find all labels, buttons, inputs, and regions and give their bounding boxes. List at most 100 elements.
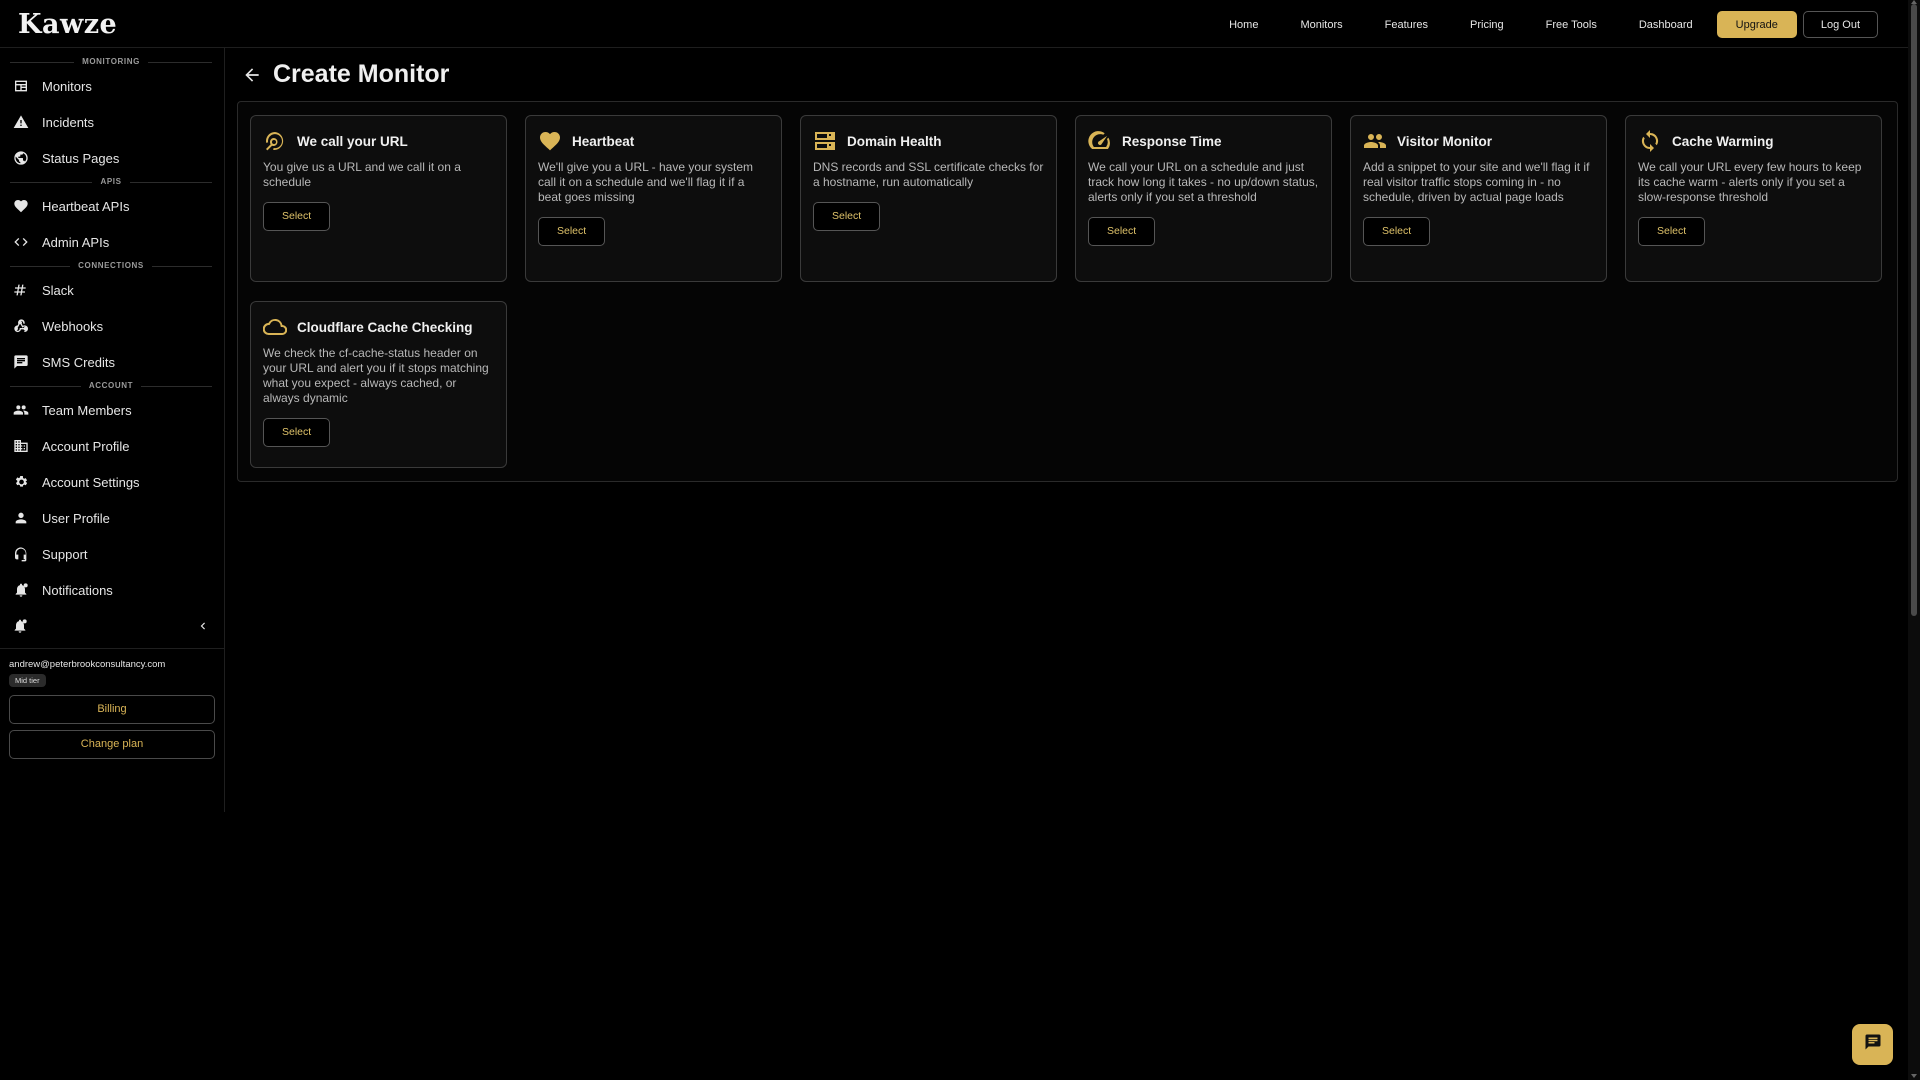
section-header-monitoring: MONITORING bbox=[10, 56, 212, 68]
sidebar-item-status-pages[interactable]: Status Pages bbox=[0, 140, 224, 176]
page-title: Create Monitor bbox=[273, 60, 450, 88]
section-header-connections: CONNECTIONS bbox=[10, 260, 212, 272]
change-plan-button[interactable]: Change plan bbox=[9, 730, 215, 759]
support-icon bbox=[12, 545, 30, 563]
monitor-card-url[interactable]: We call your URL You give us a URL and w… bbox=[250, 115, 507, 282]
select-button[interactable]: Select bbox=[813, 202, 881, 231]
sidebar-item-slack[interactable]: Slack bbox=[0, 272, 224, 308]
nav-link-pricing[interactable]: Pricing bbox=[1470, 19, 1504, 31]
card-description: We call your URL every few hours to keep… bbox=[1638, 160, 1862, 204]
scrollbar-thumb[interactable] bbox=[1911, 4, 1917, 616]
sidebar-item-incidents[interactable]: Incidents bbox=[0, 104, 224, 140]
globe-icon bbox=[12, 149, 30, 167]
app-logo[interactable]: Kawze bbox=[18, 9, 117, 40]
card-description: You give us a URL and we call it on a sc… bbox=[263, 160, 461, 189]
select-button[interactable]: Select bbox=[1363, 217, 1431, 246]
sidebar-item-label: Webhooks bbox=[42, 318, 104, 334]
upgrade-button[interactable]: Upgrade bbox=[1716, 11, 1797, 38]
notification-bell-icon bbox=[12, 581, 30, 599]
monitor-card-domain-health[interactable]: Domain Health DNS records and SSL certif… bbox=[800, 115, 1057, 282]
nav-link-dashboard[interactable]: Dashboard bbox=[1639, 19, 1693, 31]
sidebar-item-notifications[interactable]: Notifications bbox=[0, 572, 224, 608]
page-scrollbar[interactable] bbox=[1908, 0, 1920, 1080]
url-search-icon bbox=[263, 130, 289, 152]
sidebar-item-label: Team Members bbox=[42, 402, 132, 418]
sidebar-item-label: Support bbox=[42, 546, 88, 562]
back-arrow-icon[interactable] bbox=[242, 65, 262, 85]
sidebar-item-admin-apis[interactable]: Admin APIs bbox=[0, 224, 224, 260]
card-description: We call your URL on a schedule and just … bbox=[1088, 160, 1319, 204]
collapse-sidebar-icon[interactable] bbox=[196, 619, 210, 638]
account-summary: andrew@peterbrookconsultancy.com Mid tie… bbox=[0, 648, 224, 759]
monitor-card-visitor-monitor[interactable]: Visitor Monitor Add a snippet to your si… bbox=[1350, 115, 1607, 282]
card-title: Domain Health bbox=[847, 133, 942, 149]
select-button[interactable]: Select bbox=[263, 418, 331, 447]
sidebar-item-label: User Profile bbox=[42, 510, 110, 526]
heart-icon bbox=[12, 197, 30, 215]
sidebar-item-webhooks[interactable]: Webhooks bbox=[0, 308, 224, 344]
sidebar-item-account-profile[interactable]: Account Profile bbox=[0, 428, 224, 464]
sidebar-item-label: Heartbeat APIs bbox=[42, 198, 130, 214]
code-icon bbox=[12, 233, 30, 251]
warning-icon bbox=[12, 113, 30, 131]
monitors-icon bbox=[12, 77, 30, 95]
sidebar-item-label: Account Settings bbox=[42, 474, 140, 490]
select-button[interactable]: Select bbox=[1638, 217, 1706, 246]
tier-badge: Mid tier bbox=[9, 674, 46, 687]
account-email: andrew@peterbrookconsultancy.com bbox=[9, 659, 166, 670]
sidebar-item-label: Notifications bbox=[42, 582, 113, 598]
sidebar-item-sms-credits[interactable]: SMS Credits bbox=[0, 344, 224, 380]
chat-icon bbox=[12, 353, 30, 371]
logout-button[interactable]: Log Out bbox=[1802, 11, 1878, 38]
scroll-down-arrow-icon[interactable] bbox=[1911, 1074, 1917, 1078]
top-nav-links: Home Monitors Features Pricing Free Tool… bbox=[1229, 11, 1878, 38]
sidebar-item-support[interactable]: Support bbox=[0, 536, 224, 572]
sidebar-item-label: Monitors bbox=[42, 78, 92, 94]
sidebar-footer-row bbox=[0, 608, 224, 648]
server-icon bbox=[813, 130, 839, 152]
card-description: We check the cf-cache-status header on y… bbox=[263, 346, 489, 405]
sidebar-item-account-settings[interactable]: Account Settings bbox=[0, 464, 224, 500]
card-description: We'll give you a URL - have your system … bbox=[538, 160, 754, 204]
sidebar-item-team-members[interactable]: Team Members bbox=[0, 392, 224, 428]
sidebar-item-label: Slack bbox=[42, 282, 74, 298]
select-button[interactable]: Select bbox=[1088, 217, 1156, 246]
sidebar-item-user-profile[interactable]: User Profile bbox=[0, 500, 224, 536]
sidebar-item-label: Status Pages bbox=[42, 150, 120, 166]
monitor-card-heartbeat[interactable]: Heartbeat We'll give you a URL - have yo… bbox=[525, 115, 782, 282]
webhook-icon bbox=[12, 317, 30, 335]
sidebar-item-label: Account Profile bbox=[42, 438, 130, 454]
sidebar-item-label: Admin APIs bbox=[42, 234, 110, 250]
notification-bell-icon[interactable] bbox=[12, 618, 28, 639]
card-title: Cloudflare Cache Checking bbox=[297, 319, 473, 335]
building-icon bbox=[12, 437, 30, 455]
heart-icon bbox=[538, 130, 564, 152]
monitor-card-cache-warming[interactable]: Cache Warming We call your URL every few… bbox=[1625, 115, 1882, 282]
select-button[interactable]: Select bbox=[538, 217, 606, 246]
nav-link-monitors[interactable]: Monitors bbox=[1300, 19, 1342, 31]
monitor-card-cloudflare-cache[interactable]: Cloudflare Cache Checking We check the c… bbox=[250, 301, 507, 468]
section-header-account: ACCOUNT bbox=[10, 380, 212, 392]
select-button[interactable]: Select bbox=[263, 202, 331, 231]
top-navigation-bar: Kawze Home Monitors Features Pricing Fre… bbox=[0, 0, 1908, 48]
hashtag-icon bbox=[12, 281, 30, 299]
section-header-apis: APIS bbox=[10, 176, 212, 188]
nav-link-home[interactable]: Home bbox=[1229, 19, 1258, 31]
chat-widget-button[interactable] bbox=[1852, 1024, 1893, 1065]
sidebar: MONITORING Monitors Incidents Status Pag… bbox=[0, 48, 225, 812]
gear-icon bbox=[12, 473, 30, 491]
speedometer-icon bbox=[1088, 130, 1114, 152]
card-description: Add a snippet to your site and we'll fla… bbox=[1363, 160, 1590, 204]
monitor-type-panel: We call your URL You give us a URL and w… bbox=[237, 101, 1898, 482]
nav-link-features[interactable]: Features bbox=[1385, 19, 1428, 31]
page-header: Create Monitor bbox=[242, 60, 449, 89]
team-icon bbox=[12, 401, 30, 419]
people-icon bbox=[1363, 130, 1389, 152]
card-title: We call your URL bbox=[297, 133, 408, 149]
billing-button[interactable]: Billing bbox=[9, 695, 215, 724]
monitor-card-response-time[interactable]: Response Time We call your URL on a sche… bbox=[1075, 115, 1332, 282]
nav-link-free-tools[interactable]: Free Tools bbox=[1546, 19, 1597, 31]
sidebar-item-label: Incidents bbox=[42, 114, 95, 130]
sidebar-item-monitors[interactable]: Monitors bbox=[0, 68, 224, 104]
sidebar-item-heartbeat-apis[interactable]: Heartbeat APIs bbox=[0, 188, 224, 224]
